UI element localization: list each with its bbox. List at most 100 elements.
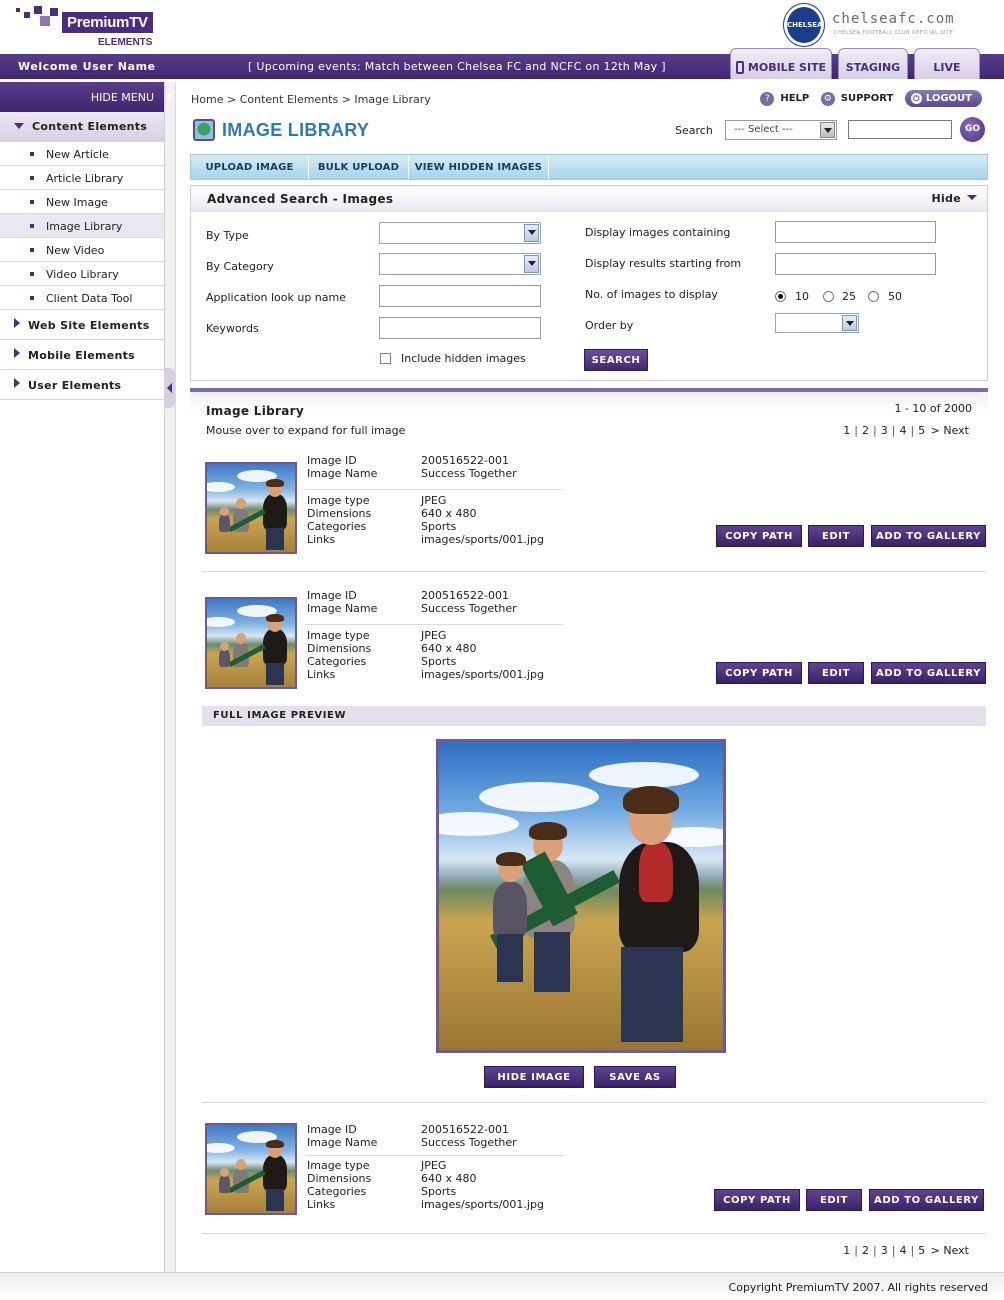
copy-path-button[interactable]: COPY PATH [714, 1189, 800, 1211]
view-hidden-images-button[interactable]: VIEW HIDDEN IMAGES [409, 155, 549, 179]
preview-actions: HIDE IMAGE SAVE AS [484, 1066, 884, 1088]
links-label: Links [307, 533, 336, 546]
club-logo[interactable]: CHELSEA chelseafc.com CHELSEA FOOTBALL C… [784, 4, 984, 50]
bulk-upload-button[interactable]: BULK UPLOAD [309, 155, 409, 179]
support-icon[interactable]: ⚙ [820, 91, 835, 106]
links-value[interactable]: images/sports/001.jpg [421, 1198, 544, 1211]
hide-menu-arrow-icon[interactable] [166, 92, 171, 102]
image-id-value: 200516522-001 [421, 589, 509, 602]
menu-item-new-article[interactable]: New Article [0, 142, 164, 166]
page-link-3[interactable]: 3 [880, 424, 889, 437]
menu-group-content-elements[interactable]: Content Elements [0, 112, 164, 142]
num-images-radio-25[interactable] [823, 291, 834, 302]
add-to-gallery-button[interactable]: ADD TO GALLERY [871, 662, 986, 684]
tab-mobile-site[interactable]: MOBILE SITE [730, 48, 832, 79]
support-link[interactable]: SUPPORT [841, 93, 894, 104]
categories-label: Categories [307, 655, 367, 668]
menu-item-new-image[interactable]: New Image [0, 190, 164, 214]
image-type-label: Image type [307, 494, 370, 507]
links-value[interactable]: images/sports/001.jpg [421, 533, 544, 546]
by-type-select[interactable] [379, 222, 541, 244]
page-title: IMAGE LIBRARY [222, 120, 370, 140]
links-value[interactable]: images/sports/001.jpg [421, 668, 544, 681]
menu-item-image-library[interactable]: Image Library [0, 214, 164, 238]
radio-label-25: 25 [842, 290, 856, 303]
collapsed-arrow-icon [14, 318, 20, 328]
images-containing-input[interactable] [775, 221, 936, 243]
image-name-label: Image Name [307, 602, 378, 615]
hide-menu-button[interactable]: HIDE MENU [0, 82, 164, 112]
by-category-select[interactable] [379, 253, 541, 275]
hide-image-button[interactable]: HIDE IMAGE [484, 1066, 584, 1088]
tab-live[interactable]: LIVE [914, 48, 980, 79]
chevron-down-icon[interactable] [820, 122, 835, 138]
page-link-3[interactable]: 3 [880, 1244, 889, 1257]
collapsed-arrow-icon [14, 348, 20, 358]
library-header: Image Library Mouse over to expand for f… [190, 392, 988, 444]
upcoming-events-ticker: [ Upcoming events: Match between Chelsea… [248, 60, 666, 73]
image-thumbnail[interactable] [205, 462, 297, 554]
page-link-1[interactable]: 1 [842, 424, 851, 437]
image-thumbnail[interactable] [205, 597, 297, 689]
chevron-down-icon[interactable] [524, 224, 539, 242]
menu-item-new-video[interactable]: New Video [0, 238, 164, 262]
image-id-value: 200516522-001 [421, 1123, 509, 1136]
add-to-gallery-button[interactable]: ADD TO GALLERY [871, 525, 986, 547]
num-images-radio-10[interactable] [775, 291, 786, 302]
menu-group-label: Web Site Elements [28, 319, 150, 332]
edit-button[interactable]: EDIT [806, 1189, 862, 1211]
page-link-5[interactable]: 5 [917, 424, 926, 437]
breadcrumb[interactable]: Home > Content Elements > Image Library [191, 93, 431, 106]
tab-staging[interactable]: STAGING [838, 48, 908, 79]
search-button[interactable]: SEARCH [584, 349, 648, 371]
hide-advanced-search-toggle[interactable]: Hide [931, 192, 977, 205]
keywords-label: Keywords [206, 322, 259, 335]
logout-button[interactable]: ⏻ LOGOUT [904, 90, 982, 107]
menu-group-web-site-elements[interactable]: Web Site Elements [0, 310, 164, 340]
full-image-preview[interactable] [436, 739, 726, 1053]
copy-path-button[interactable]: COPY PATH [716, 525, 802, 547]
search-input[interactable] [848, 120, 952, 139]
edit-button[interactable]: EDIT [808, 525, 864, 547]
image-thumbnail[interactable] [205, 1123, 297, 1215]
premiumtv-logo[interactable]: PremiumTV ELEMENTS [14, 6, 154, 50]
upload-image-button[interactable]: UPLOAD IMAGE [191, 155, 309, 179]
collapse-menu-handle[interactable] [165, 368, 175, 408]
keywords-input[interactable] [379, 317, 541, 339]
tab-live-label: LIVE [933, 61, 961, 74]
num-images-radio-50[interactable] [868, 291, 879, 302]
copy-path-button[interactable]: COPY PATH [716, 662, 802, 684]
menu-item-label: Image Library [46, 220, 123, 233]
menu-group-mobile-elements[interactable]: Mobile Elements [0, 340, 164, 370]
menu-item-label: New Article [46, 148, 109, 161]
starting-from-input[interactable] [775, 253, 936, 275]
page-link-1[interactable]: 1 [842, 1244, 851, 1257]
save-as-button[interactable]: SAVE AS [594, 1066, 676, 1088]
include-hidden-checkbox[interactable] [380, 353, 391, 364]
image-library-icon [193, 119, 215, 141]
page-link-5[interactable]: 5 [917, 1244, 926, 1257]
add-to-gallery-button[interactable]: ADD TO GALLERY [869, 1189, 984, 1211]
chevron-down-icon[interactable] [524, 255, 539, 273]
menu-item-client-data-tool[interactable]: Client Data Tool [0, 286, 164, 310]
menu-item-video-library[interactable]: Video Library [0, 262, 164, 286]
order-by-select[interactable] [775, 313, 859, 333]
next-page-link[interactable]: > Next [930, 1244, 970, 1257]
app-lookup-input[interactable] [379, 285, 541, 307]
image-library-section: Image Library Mouse over to expand for f… [190, 388, 988, 1257]
search-type-select[interactable]: --- Select --- [725, 120, 837, 140]
top-links: ? HELP ⚙ SUPPORT ⏻ LOGOUT [752, 90, 982, 110]
chevron-down-icon[interactable] [842, 315, 857, 331]
help-link[interactable]: HELP [780, 93, 809, 104]
starting-from-label: Display results starting from [585, 257, 742, 270]
edit-button[interactable]: EDIT [808, 662, 864, 684]
page-link-2[interactable]: 2 [861, 424, 870, 437]
menu-group-user-elements[interactable]: User Elements [0, 370, 164, 400]
page-link-2[interactable]: 2 [861, 1244, 870, 1257]
go-button[interactable]: GO [960, 117, 985, 142]
menu-item-article-library[interactable]: Article Library [0, 166, 164, 190]
menu-group-label: Content Elements [32, 120, 148, 133]
help-icon[interactable]: ? [760, 91, 775, 106]
image-id-value: 200516522-001 [421, 454, 509, 467]
next-page-link[interactable]: > Next [930, 424, 970, 437]
